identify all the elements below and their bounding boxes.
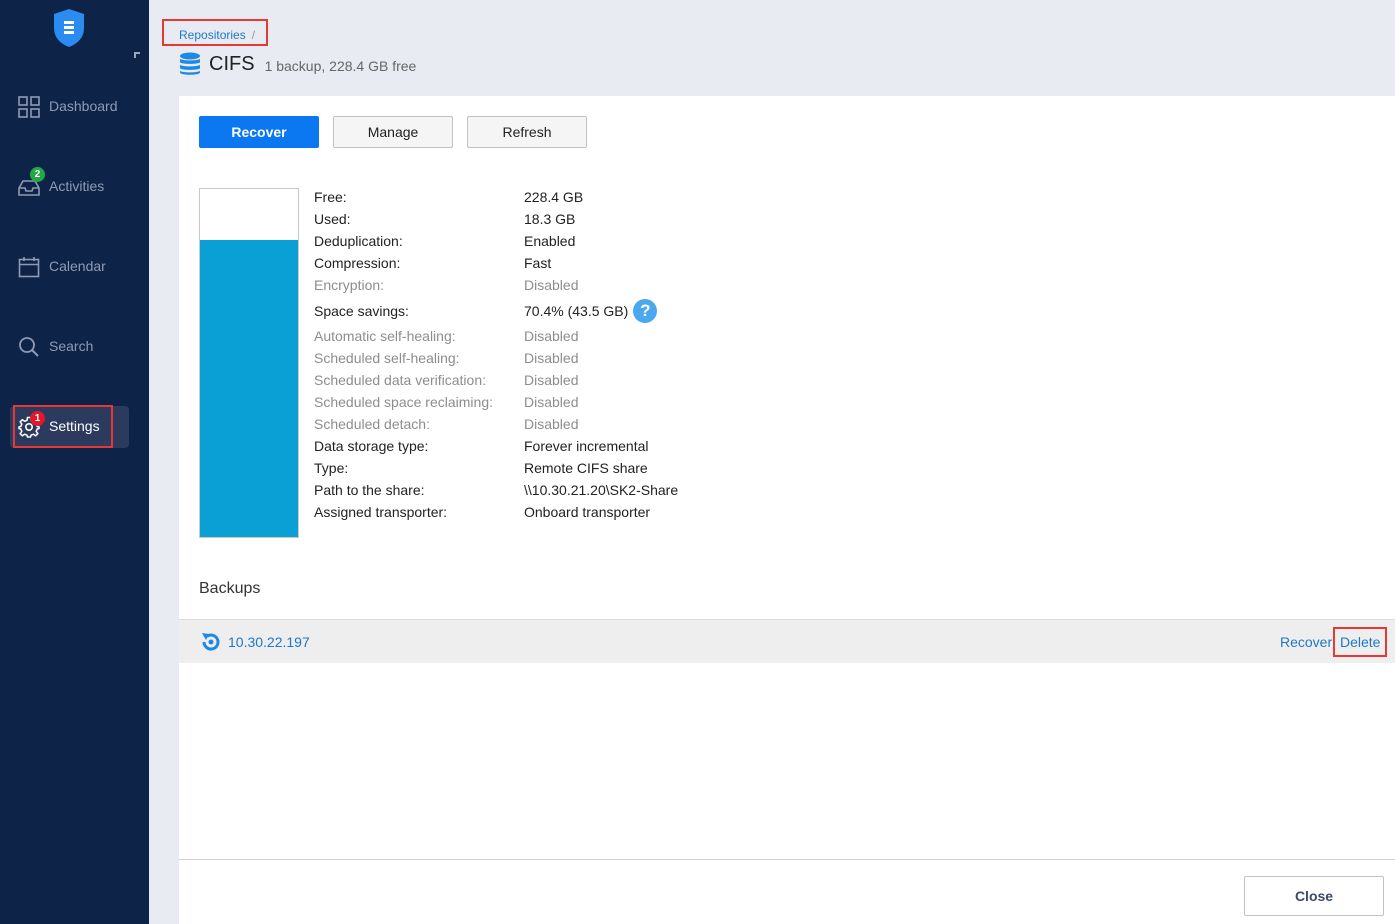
property-key: Path to the share:	[314, 482, 425, 498]
property-value: Disabled	[524, 277, 579, 293]
dashboard-icon	[18, 96, 40, 118]
sidebar-item-label: Dashboard	[49, 98, 118, 114]
property-key: Scheduled data verification:	[314, 372, 486, 388]
sidebar-item-settings[interactable]: 1 Settings	[10, 406, 129, 448]
help-icon[interactable]: ?	[633, 299, 658, 323]
close-button[interactable]: Close	[1244, 876, 1384, 916]
property-key: Automatic self-healing:	[314, 328, 456, 344]
backups-heading: Backups	[199, 580, 261, 597]
sidebar-item-label: Settings	[49, 418, 100, 434]
property-key: Scheduled self-healing:	[314, 350, 460, 366]
table-row[interactable]: 10.30.22.197 Recover Delete	[179, 619, 1395, 663]
property-key: Space savings:	[314, 303, 409, 319]
property-value: 228.4 GB	[524, 189, 584, 205]
storage-usage-bar	[199, 188, 299, 538]
page-header: CIFS 1 backup, 228.4 GB free	[179, 52, 416, 76]
page-title: CIFS	[209, 52, 255, 75]
sidebar-item-label: Search	[49, 338, 94, 354]
property-value: Fast	[524, 255, 552, 271]
property-key: Scheduled space reclaiming:	[314, 394, 493, 410]
property-key: Deduplication:	[314, 233, 403, 249]
footer-divider	[179, 859, 1395, 860]
property-value: Forever incremental	[524, 438, 649, 454]
breadcrumb-repositories-link[interactable]: Repositories	[179, 28, 246, 42]
backup-recover-link[interactable]: Recover	[1280, 634, 1332, 650]
sidebar-item-calendar[interactable]: Calendar	[10, 246, 129, 288]
property-key: Data storage type:	[314, 438, 429, 454]
backup-delete-link[interactable]: Delete	[1340, 634, 1380, 650]
sidebar-item-search[interactable]: Search	[10, 326, 129, 368]
property-value: 70.4% (43.5 GB)	[524, 303, 629, 319]
sidebar: Dashboard 2 Activities Calendar Search 1	[0, 0, 149, 924]
backup-refresh-icon	[202, 633, 220, 651]
database-icon	[180, 52, 200, 75]
property-value: Disabled	[524, 416, 579, 432]
breadcrumb: Repositories /	[179, 28, 255, 42]
sidebar-item-activities[interactable]: 2 Activities	[10, 166, 129, 208]
search-icon	[19, 337, 39, 357]
property-value: Enabled	[524, 233, 576, 249]
property-value: 18.3 GB	[524, 211, 576, 227]
property-value: Onboard transporter	[524, 504, 651, 520]
refresh-button[interactable]: Refresh	[467, 116, 587, 148]
property-key: Encryption:	[314, 277, 385, 293]
shield-logo-icon[interactable]	[52, 8, 86, 48]
property-key: Compression:	[314, 255, 401, 271]
sidebar-item-label: Calendar	[49, 258, 106, 274]
page-subtitle: 1 backup, 228.4 GB free	[264, 57, 417, 74]
property-value-container: 70.4% (43.5 GB) ?	[524, 298, 658, 324]
property-key: Assigned transporter:	[314, 504, 448, 520]
property-key: Scheduled detach:	[314, 416, 430, 432]
sidebar-item-dashboard[interactable]: Dashboard	[10, 86, 129, 128]
property-value: Disabled	[524, 350, 579, 366]
calendar-icon	[18, 257, 40, 278]
sidebar-item-label: Activities	[49, 178, 105, 194]
property-value: Disabled	[524, 372, 579, 388]
breadcrumb-separator: /	[251, 28, 256, 42]
repository-details-panel: Recover Manage Refresh Free: 228.4 GB Us…	[179, 96, 1395, 924]
activities-count-badge: 2	[30, 167, 45, 182]
property-value: \\10.30.21.20\SK2-Share	[524, 482, 679, 498]
property-key: Type:	[314, 460, 349, 476]
storage-used-fill	[200, 239, 298, 537]
settings-count-badge: 1	[30, 411, 45, 426]
property-value: Disabled	[524, 394, 579, 410]
property-value: Disabled	[524, 328, 579, 344]
property-value: Remote CIFS share	[524, 460, 648, 476]
backup-name-link[interactable]: 10.30.22.197	[228, 634, 310, 650]
recover-button[interactable]: Recover	[199, 116, 319, 148]
property-key: Used:	[314, 211, 351, 227]
property-key: Free:	[314, 189, 347, 205]
collapse-sidebar-icon[interactable]	[134, 52, 140, 58]
manage-button[interactable]: Manage	[333, 116, 453, 148]
